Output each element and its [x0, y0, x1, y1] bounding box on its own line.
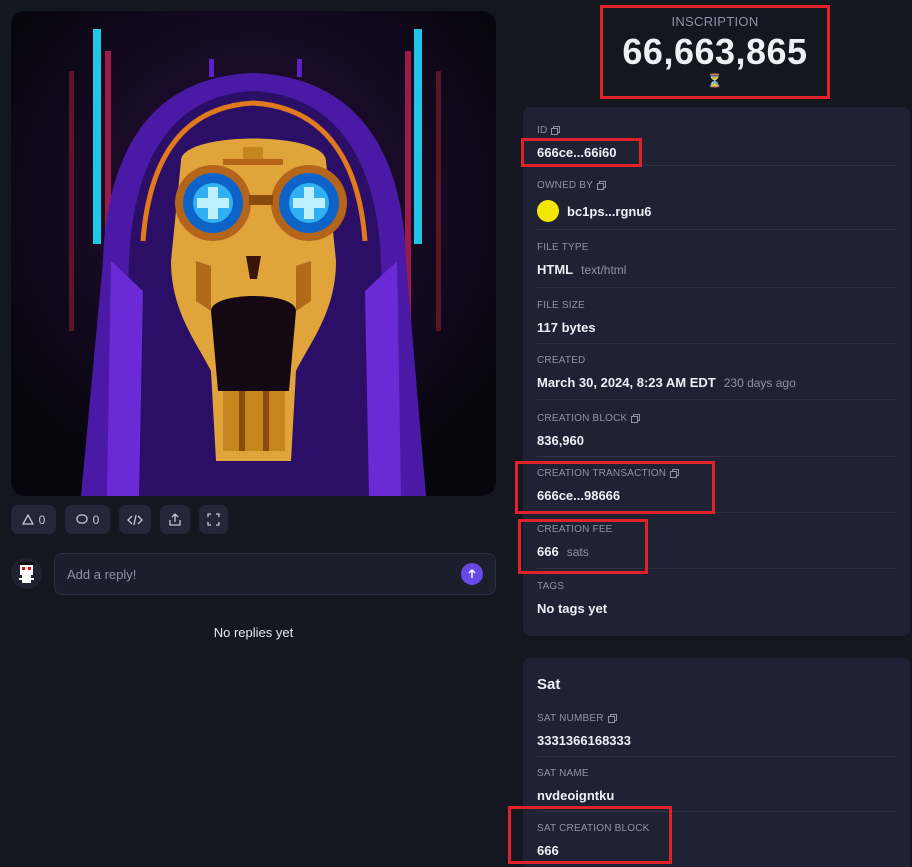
- divider: [537, 399, 896, 400]
- divider: [537, 287, 896, 288]
- detail-creation-block: CREATION BLOCK 836,960: [537, 412, 896, 448]
- comment-count: 0: [92, 512, 100, 527]
- copy-icon[interactable]: [551, 125, 561, 135]
- triangle-up-icon: [21, 514, 34, 525]
- detail-label: SAT NUMBER: [537, 712, 604, 724]
- file-type-value: HTML: [537, 262, 574, 277]
- detail-label: SAT NAME: [537, 767, 589, 779]
- fullscreen-icon: [207, 513, 220, 526]
- skull-artwork-image: [11, 11, 496, 496]
- detail-label: CREATION BLOCK: [537, 412, 628, 424]
- share-button[interactable]: [160, 505, 190, 534]
- fullscreen-button[interactable]: [199, 505, 228, 534]
- detail-label: TAGS: [537, 580, 565, 592]
- created-value: March 30, 2024, 8:23 AM EDT: [537, 375, 716, 390]
- sat-name-value: nvdeoigntku: [537, 788, 615, 803]
- divider: [537, 756, 896, 757]
- owner-avatar: [537, 200, 559, 222]
- detail-label: CREATED: [537, 354, 586, 366]
- file-size-value: 117 bytes: [537, 320, 596, 335]
- highlight-box-creation-fee: [518, 519, 648, 574]
- share-icon: [169, 513, 181, 526]
- action-bar: 0 0: [11, 505, 228, 534]
- highlight-box-id: [521, 138, 642, 167]
- divider: [537, 229, 896, 230]
- detail-label: FILE TYPE: [537, 241, 589, 253]
- inscription-label: INSCRIPTION: [671, 14, 759, 29]
- divider: [537, 343, 896, 344]
- detail-file-type: FILE TYPE HTML text/html: [537, 241, 896, 278]
- copy-icon[interactable]: [631, 413, 641, 423]
- highlight-box-creation-transaction: [515, 461, 715, 514]
- detail-created: CREATED March 30, 2024, 8:23 AM EDT 230 d…: [537, 354, 896, 391]
- mime-type: text/html: [581, 262, 627, 277]
- upvote-button[interactable]: 0: [11, 505, 56, 534]
- copy-icon[interactable]: [597, 180, 607, 190]
- detail-file-size: FILE SIZE 117 bytes: [537, 299, 896, 336]
- inscription-header: INSCRIPTION 66,663,865 ⏳: [600, 5, 830, 99]
- comment-button[interactable]: 0: [65, 505, 110, 534]
- owner-address[interactable]: bc1ps...rgnu6: [567, 204, 652, 219]
- copy-icon[interactable]: [607, 713, 617, 723]
- highlight-box-sat-creation-block: [508, 806, 672, 864]
- detail-label: ID: [537, 124, 548, 136]
- arrow-up-icon: [468, 569, 476, 578]
- detail-label: OWNED BY: [537, 179, 594, 191]
- reply-box: [54, 553, 496, 595]
- sat-title: Sat: [537, 676, 561, 693]
- sat-number-value[interactable]: 3331366168333: [537, 733, 631, 748]
- detail-tags: TAGS No tags yet: [537, 580, 896, 617]
- divider: [537, 456, 896, 457]
- inscription-number: 66,663,865: [622, 31, 808, 72]
- no-replies-text: No replies yet: [213, 625, 294, 640]
- code-icon: [127, 514, 143, 525]
- user-avatar[interactable]: [11, 558, 42, 589]
- sat-number-row: SAT NUMBER 3331366168333: [537, 712, 896, 749]
- detail-label: FILE SIZE: [537, 299, 585, 311]
- comment-icon: [76, 514, 88, 524]
- tags-value: No tags yet: [537, 601, 608, 616]
- send-reply-button[interactable]: [461, 563, 483, 585]
- hourglass-icon: ⏳: [706, 73, 724, 88]
- inscription-artwork[interactable]: [11, 11, 496, 496]
- upvote-count: 0: [38, 512, 46, 527]
- created-relative: 230 days ago: [723, 375, 796, 390]
- creation-block-value[interactable]: 836,960: [537, 433, 584, 448]
- detail-owner: OWNED BY bc1ps...rgnu6: [537, 179, 896, 222]
- avatar-image: [11, 558, 42, 589]
- sat-name-row: SAT NAME nvdeoigntku: [537, 767, 896, 804]
- reply-input[interactable]: [67, 566, 461, 582]
- view-code-button[interactable]: [119, 505, 151, 534]
